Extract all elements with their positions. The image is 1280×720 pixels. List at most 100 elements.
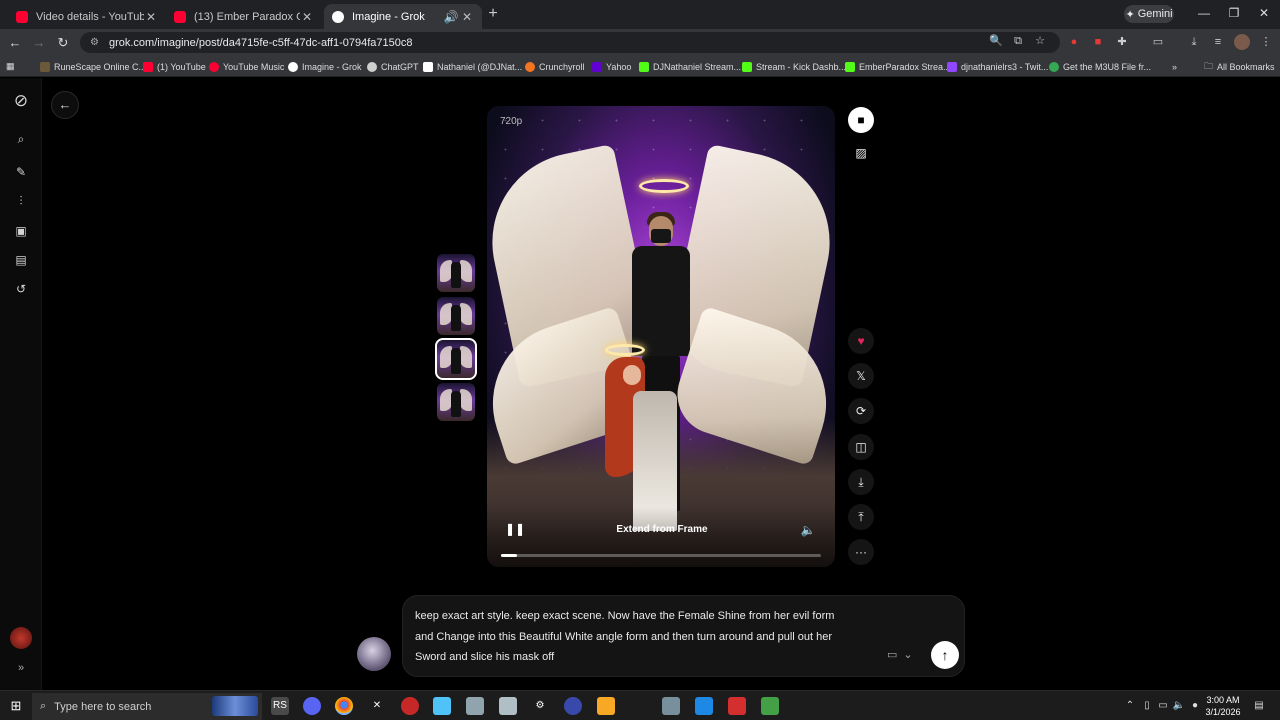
runescape-app-icon[interactable]: RS <box>271 697 289 715</box>
bookmark-item[interactable]: djnathanielrs3 - Twit... <box>947 59 1048 74</box>
app-icon[interactable] <box>499 697 517 715</box>
tray-icon[interactable]: ▯ <box>1140 699 1154 713</box>
app-icon[interactable] <box>662 697 680 715</box>
app-icon[interactable] <box>466 697 484 715</box>
video-thumbnail-selected[interactable] <box>435 338 477 380</box>
prompt-input[interactable]: keep exact art style. keep exact scene. … <box>415 606 855 668</box>
download-icon[interactable]: ⤓ <box>1186 34 1202 50</box>
close-window-button[interactable]: ✕ <box>1254 6 1274 20</box>
progress-bar[interactable] <box>501 554 821 557</box>
chrome-app-icon[interactable] <box>335 697 353 715</box>
history-icon[interactable]: ↺ <box>11 279 31 299</box>
regenerate-icon[interactable]: ⟳ <box>848 398 874 424</box>
x-share-icon[interactable]: 𝕏 <box>848 363 874 389</box>
expand-sidebar-icon[interactable]: » <box>13 662 29 678</box>
extension-red-icon[interactable]: ● <box>1066 34 1082 50</box>
mode-selector[interactable]: ▭ ⌄ <box>887 646 921 662</box>
side-panel-icon[interactable]: ▭ <box>1150 34 1166 50</box>
chevron-up-icon[interactable]: ⌃ <box>1123 699 1137 713</box>
new-tab-button[interactable]: + <box>484 6 502 24</box>
imagine-icon[interactable]: ▣ <box>11 221 31 241</box>
edit-icon[interactable]: ✎ <box>11 162 31 182</box>
app-icon[interactable] <box>597 697 615 715</box>
voice-icon[interactable]: ⫶ <box>11 191 31 211</box>
bookmark-item[interactable]: Stream - Kick Dashb... <box>742 59 846 74</box>
menu-dots-icon[interactable]: ⋮ <box>1258 34 1274 50</box>
notepad-app-icon[interactable] <box>433 697 451 715</box>
windows-start-icon[interactable]: ⊞ <box>8 698 24 714</box>
prompt-image-avatar[interactable] <box>357 637 391 671</box>
extend-from-frame-button[interactable]: Extend from Frame <box>607 521 717 539</box>
app-icon[interactable] <box>761 697 779 715</box>
edit-image-icon[interactable]: ◫ <box>848 434 874 460</box>
tab-youtube-studio[interactable]: Video details - YouTube Studio ✕ <box>8 4 166 29</box>
back-button[interactable]: ← <box>51 91 79 119</box>
more-bookmarks-icon[interactable]: » <box>1172 59 1177 74</box>
close-icon[interactable]: ✕ <box>460 10 474 24</box>
close-icon[interactable]: ✕ <box>300 10 314 24</box>
install-app-icon[interactable]: ⧉ <box>1010 33 1026 49</box>
x-app-icon[interactable]: ✕ <box>368 697 386 715</box>
app-icon[interactable] <box>728 697 746 715</box>
back-arrow-icon[interactable]: ← <box>6 34 24 52</box>
bookmark-item[interactable]: (1) YouTube <box>143 59 206 74</box>
close-icon[interactable]: ✕ <box>144 10 158 24</box>
video-mode-icon[interactable]: ■ <box>848 107 874 133</box>
extension-pdf-icon[interactable]: ■ <box>1090 34 1106 50</box>
download-icon[interactable]: ⤓ <box>848 469 874 495</box>
share-upload-icon[interactable]: ⤒ <box>848 504 874 530</box>
volume-icon[interactable]: 🔈 <box>1172 699 1186 713</box>
speaker-icon[interactable]: 🔊 <box>442 10 460 24</box>
address-bar[interactable]: ⚙ grok.com/imagine/post/da4715fe-c5ff-47… <box>80 32 1060 53</box>
volume-icon[interactable]: 🔈 <box>799 521 817 539</box>
image-mode-icon[interactable]: ▨ <box>848 140 874 166</box>
site-info-icon[interactable]: ⚙ <box>90 37 99 48</box>
bookmark-item[interactable]: Get the M3U8 File fr... <box>1049 59 1151 74</box>
forward-arrow-icon[interactable]: → <box>30 34 48 52</box>
discord-app-icon[interactable] <box>303 697 321 715</box>
send-button[interactable]: ↑ <box>931 641 959 669</box>
files-icon[interactable]: ▤ <box>11 250 31 270</box>
bookmark-item[interactable]: Imagine - Grok <box>288 59 362 74</box>
clock[interactable]: 3:00 AM 3/1/2026 <box>1202 694 1244 718</box>
maximize-button[interactable]: ❐ <box>1224 6 1244 20</box>
extensions-puzzle-icon[interactable]: ✚ <box>1114 34 1130 50</box>
heart-icon[interactable]: ♥ <box>848 328 874 354</box>
video-player[interactable]: 720p ❚❚ Extend from Frame 🔈 <box>487 106 835 567</box>
video-thumbnail[interactable] <box>437 297 475 335</box>
reload-icon[interactable]: ↻ <box>54 34 72 52</box>
zoom-icon[interactable]: 🔍 <box>988 33 1004 49</box>
tab-ember-paradox[interactable]: (13) Ember Paradox Come for th ✕ <box>166 4 322 29</box>
notification-icon[interactable]: ▤ <box>1252 699 1266 713</box>
bookmark-item[interactable]: YouTube Music <box>209 59 284 74</box>
video-thumbnail[interactable] <box>437 383 475 421</box>
profile-avatar[interactable] <box>1234 34 1250 50</box>
grok-logo-icon[interactable]: ⊘ <box>11 91 31 111</box>
reading-list-icon[interactable]: ≡ <box>1210 34 1226 50</box>
tab-imagine-grok[interactable]: Imagine - Grok 🔊 ✕ <box>324 4 482 29</box>
calculator-app-icon[interactable] <box>695 697 713 715</box>
bookmark-item[interactable]: DJNathaniel Stream... <box>639 59 741 74</box>
settings-app-icon[interactable]: ⚙ <box>531 697 549 715</box>
bookmark-item[interactable]: Yahoo <box>592 59 631 74</box>
microphone-icon[interactable]: ● <box>1188 699 1202 713</box>
video-thumbnail[interactable] <box>437 254 475 292</box>
minimize-button[interactable]: — <box>1194 6 1214 20</box>
bookmark-item[interactable]: ChatGPT <box>367 59 419 74</box>
bookmark-star-icon[interactable]: ☆ <box>1032 33 1048 49</box>
apps-grid-icon[interactable]: ▦ <box>6 59 15 74</box>
bookmark-item[interactable]: Nathaniel (@DJNat... <box>423 59 522 74</box>
bookmark-item[interactable]: Crunchyroll <box>525 59 585 74</box>
search-icon[interactable]: ⌕ <box>11 129 31 149</box>
app-icon[interactable] <box>564 697 582 715</box>
bookmark-item[interactable]: RuneScape Online C... <box>40 59 146 74</box>
bookmark-item[interactable]: EmberParadox Strea... <box>845 59 951 74</box>
prompt-box[interactable]: keep exact art style. keep exact scene. … <box>402 595 965 677</box>
taskbar-search[interactable]: ⌕ Type here to search <box>32 693 262 720</box>
user-avatar[interactable] <box>10 627 32 649</box>
bookmark-item[interactable]: 🗀 All Bookmarks <box>1204 59 1275 74</box>
obs-app-icon[interactable] <box>401 697 419 715</box>
network-icon[interactable]: ▭ <box>1156 699 1170 713</box>
gemini-button[interactable]: ✦ Gemini <box>1124 5 1174 23</box>
pause-icon[interactable]: ❚❚ <box>505 521 525 537</box>
